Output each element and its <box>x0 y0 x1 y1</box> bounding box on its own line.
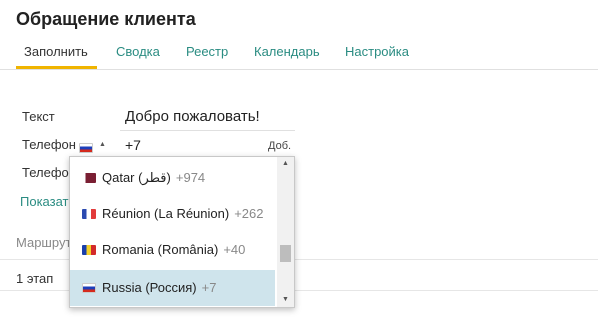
dropdown-scrollbar[interactable]: ▲ ▼ <box>277 157 294 307</box>
tab-registry[interactable]: Реестр <box>186 44 228 59</box>
flag-russia-icon <box>82 283 96 293</box>
country-name: Qatar (قطر) <box>102 170 171 185</box>
flag-qatar-icon <box>82 173 96 183</box>
stage-label[interactable]: 1 этап <box>16 271 53 286</box>
country-code: +262 <box>234 206 264 221</box>
flag-france-icon <box>82 209 96 219</box>
text-field[interactable]: Добро пожаловать! <box>125 108 260 125</box>
show-link[interactable]: Показать <box>20 194 75 209</box>
active-tab-indicator <box>16 66 97 69</box>
tab-calendar[interactable]: Календарь <box>254 44 320 59</box>
phone-extension-label[interactable]: Доб. <box>268 140 291 152</box>
country-option-russia[interactable]: Russia (Россия) +7 <box>70 270 275 306</box>
country-option-qatar[interactable]: Qatar (قطر) +974 <box>70 160 275 196</box>
country-dropdown[interactable]: Qatar (قطر) +974 Réunion (La Réunion) +262… <box>69 156 295 308</box>
route-label: Маршрут <box>16 235 72 250</box>
scroll-down-arrow-icon[interactable]: ▼ <box>277 293 294 307</box>
country-code: +40 <box>223 242 246 257</box>
country-name: Romania (România) <box>102 242 219 257</box>
tab-fill[interactable]: Заполнить <box>24 44 88 59</box>
text-label: Текст <box>22 109 55 124</box>
country-option-romania[interactable]: Romania (România) +40 <box>70 232 275 268</box>
scroll-up-arrow-icon[interactable]: ▲ <box>277 157 294 171</box>
tab-settings[interactable]: Настройка <box>345 44 409 59</box>
caret-up-icon: ▲ <box>99 141 106 148</box>
tab-bar: Заполнить Сводка Реестр Календарь Настро… <box>0 36 598 70</box>
text-field-underline <box>120 130 295 131</box>
page-title: Обращение клиента <box>16 9 196 29</box>
phone-label: Телефон <box>22 137 76 152</box>
country-name: Réunion (La Réunion) <box>102 206 230 221</box>
flag-romania-icon <box>82 245 96 255</box>
scroll-thumb[interactable] <box>280 245 291 262</box>
phone-input[interactable]: +7 <box>125 137 141 153</box>
phone2-label: Телефон <box>22 165 76 180</box>
country-selector-button[interactable]: ▲ <box>79 139 109 153</box>
country-code: +974 <box>175 170 206 185</box>
country-name: Russia (Россия) <box>102 280 197 295</box>
country-code: +7 <box>201 280 217 295</box>
tab-summary[interactable]: Сводка <box>116 44 160 59</box>
country-option-reunion[interactable]: Réunion (La Réunion) +262 <box>70 196 275 232</box>
flag-russia-icon <box>79 143 93 153</box>
